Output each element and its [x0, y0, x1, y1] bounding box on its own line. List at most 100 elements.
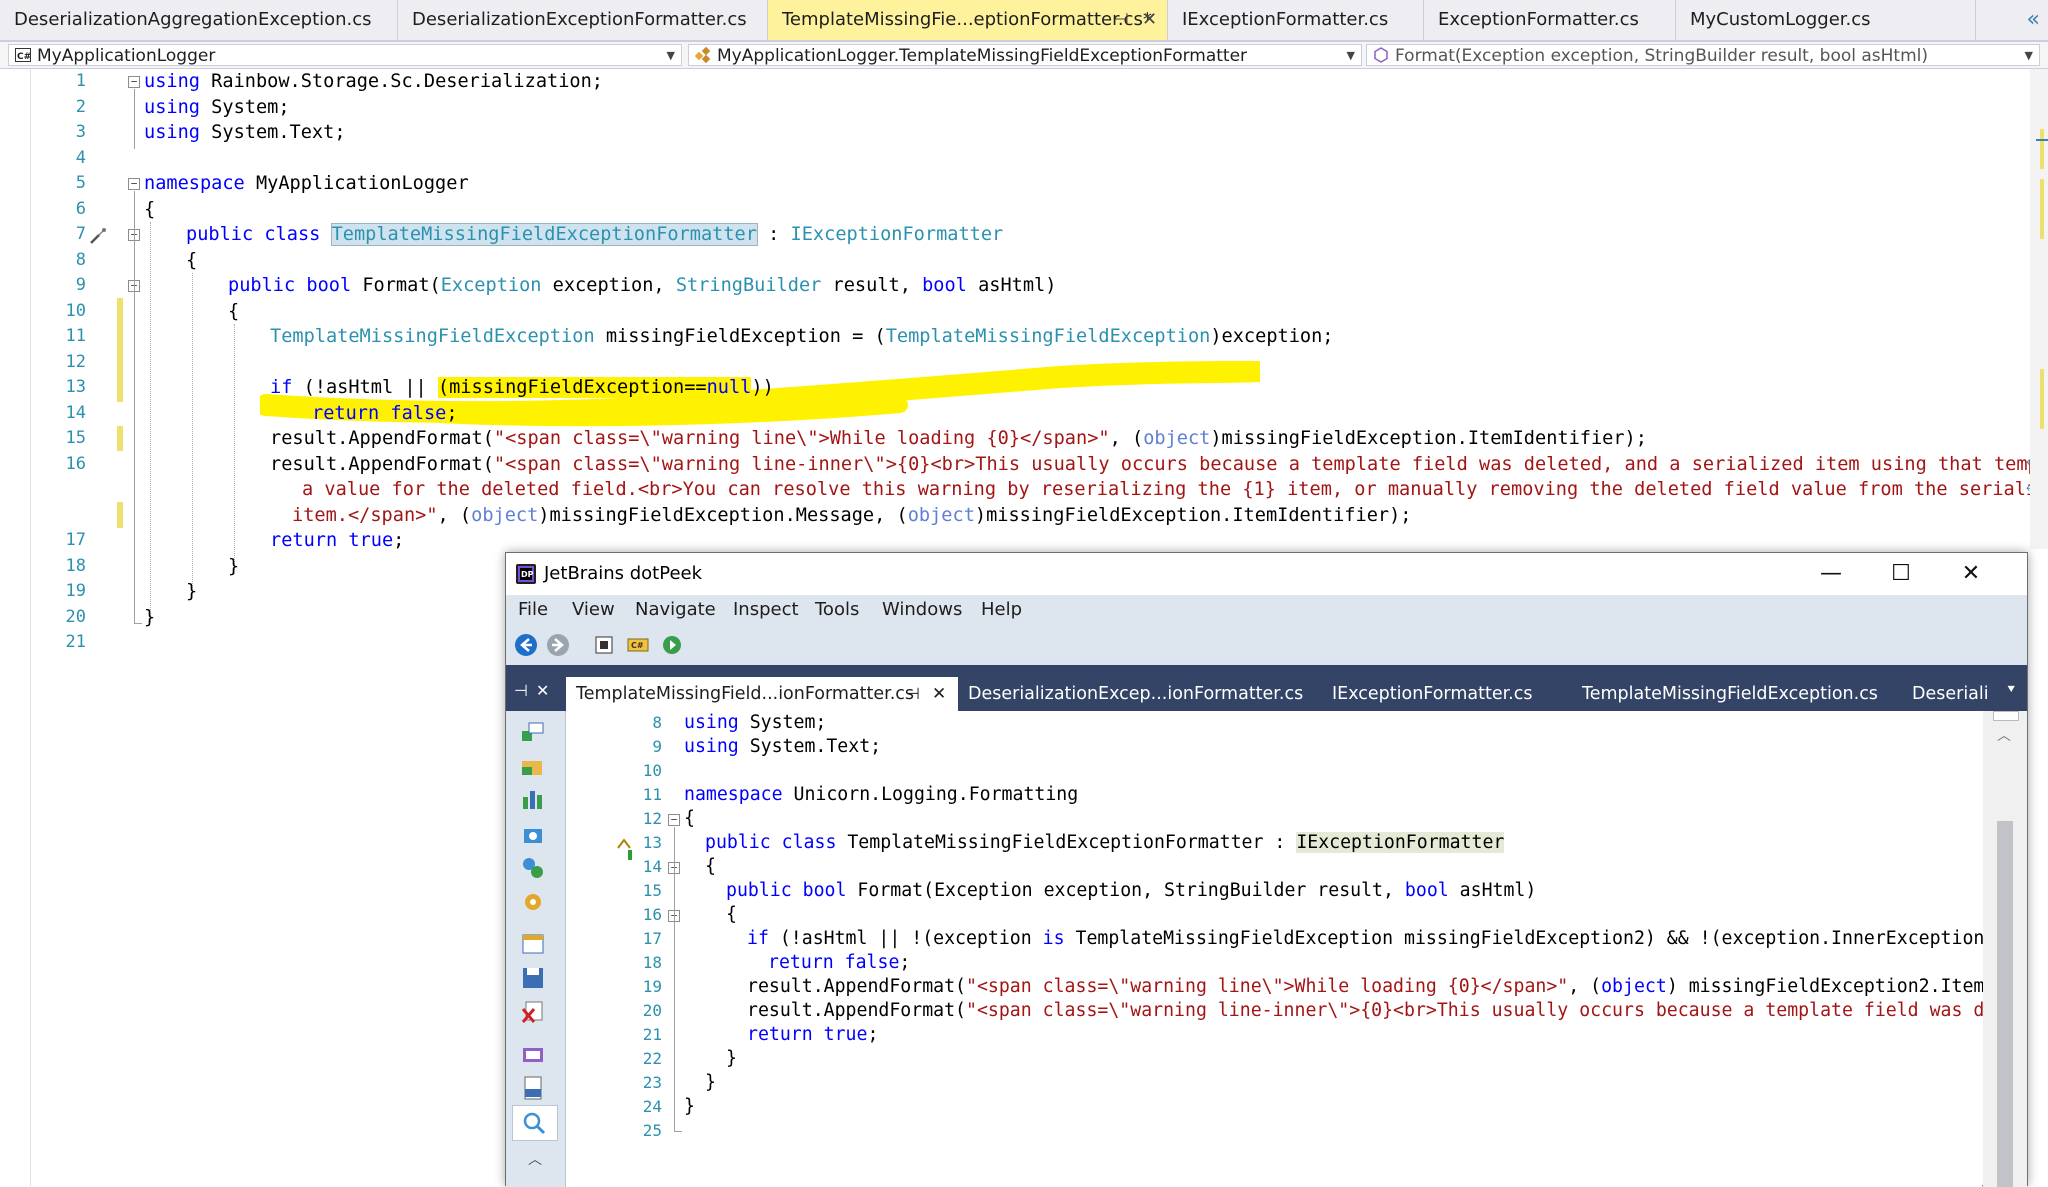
indent-guide — [150, 222, 151, 622]
close-icon[interactable]: ✕ — [1142, 0, 1157, 40]
menu-view[interactable]: View — [572, 595, 615, 625]
collapse-icon[interactable]: − — [668, 814, 680, 826]
assembly-icon[interactable] — [592, 633, 616, 657]
keyword: bool — [922, 275, 967, 296]
indent-guide — [234, 324, 235, 574]
close-icon[interactable]: ✕ — [536, 681, 549, 700]
code-text: Unicorn.Logging.Formatting — [782, 784, 1079, 805]
tab-overflow-icon[interactable]: « — [2027, 0, 2040, 40]
fold-line — [134, 191, 135, 623]
back-icon[interactable] — [514, 633, 538, 657]
code-line: } — [726, 1048, 737, 1069]
menu-inspect[interactable]: Inspect — [733, 595, 799, 625]
splitter-handle[interactable] — [1993, 711, 2019, 721]
scroll-thumb[interactable] — [1997, 821, 2013, 1187]
chevron-up-icon[interactable]: ︿ — [528, 1149, 542, 1169]
class-name-selected[interactable]: TemplateMissingFieldExceptionFormatter — [330, 223, 758, 246]
code-text: : — [756, 224, 791, 245]
tab-iexception-formatter[interactable]: IExceptionFormatter.cs — [1168, 0, 1424, 40]
save-icon[interactable] — [520, 965, 546, 991]
folder-icon[interactable] — [520, 753, 546, 779]
code-line: public class TemplateMissingFieldExcepti… — [705, 831, 1505, 855]
code-text: result.AppendFormat( — [270, 453, 494, 475]
line-number: 5 — [75, 173, 86, 193]
tab-my-custom-logger[interactable]: MyCustomLogger.cs — [1676, 0, 1976, 40]
vs-code-area[interactable]: 1 2 3 4 5 6 7 8 9 10 11 12 13 14 15 16 1… — [0, 69, 2048, 652]
quick-action-icon[interactable] — [88, 226, 108, 246]
menu-windows[interactable]: Windows — [882, 595, 962, 625]
member-dropdown[interactable]: Format(Exception exception, StringBuilde… — [1366, 44, 2040, 66]
tab-template-missing-field-exception[interactable]: TemplateMissingFieldException.cs — [1572, 677, 1902, 711]
menu-file[interactable]: File — [518, 595, 548, 625]
type-dropdown[interactable]: MyApplicationLogger.TemplateMissingField… — [688, 44, 1362, 66]
tab-label: IExceptionFormatter.cs — [1332, 684, 1533, 704]
svg-text:DP: DP — [521, 570, 534, 579]
csharp-source-icon[interactable]: C# — [626, 633, 650, 657]
dotpeek-window[interactable]: DP JetBrains dotPeek — ☐ ✕ File View Nav… — [505, 552, 2028, 1187]
code-line: return true; — [747, 1023, 878, 1047]
close-button[interactable]: ✕ — [1936, 553, 2006, 595]
code-text: System.Text; — [199, 122, 346, 143]
keyword: using — [144, 96, 200, 118]
assembly-explorer-icon[interactable] — [520, 719, 546, 745]
menu-bar: File View Navigate Inspect Tools Windows… — [506, 595, 2027, 625]
code-line: return false; — [768, 951, 910, 975]
tab-deserialization-exception-formatter[interactable]: DeserializationExceptionFormatter.cs — [398, 0, 768, 40]
find-usages-tab[interactable] — [512, 1105, 558, 1141]
code-text: )missingFieldException.Message, ( — [538, 504, 908, 526]
hierarchy-icon[interactable] — [520, 787, 546, 813]
pdb-icon[interactable] — [520, 1075, 546, 1101]
decompile-icon[interactable] — [660, 633, 684, 657]
chevron-up-icon[interactable]: ︿ — [1997, 725, 2011, 745]
pin-icon[interactable]: ⊣ — [514, 681, 528, 700]
il-viewer-icon[interactable] — [520, 1041, 546, 1067]
caret-word[interactable]: IExceptionFormatter — [1296, 832, 1505, 853]
keyword: using — [144, 122, 200, 143]
menu-help[interactable]: Help — [981, 595, 1022, 625]
tab-template-missing-field-exception-formatter[interactable]: TemplateMissingFie...eptionFormatter.cs*… — [768, 0, 1168, 40]
vertical-scrollbar[interactable]: ︿ — [1983, 711, 2027, 1187]
tab-exception-formatter[interactable]: ExceptionFormatter.cs — [1424, 0, 1676, 40]
keyword: object — [1143, 428, 1211, 449]
close-icon[interactable]: ✕ — [932, 677, 946, 711]
process-explorer-icon[interactable] — [520, 931, 546, 957]
document-tab-bar: DeserializationAggregationException.cs D… — [0, 0, 2048, 42]
maximize-button[interactable]: ☐ — [1866, 553, 1936, 595]
tab-iexception-formatter[interactable]: IExceptionFormatter.cs — [1322, 677, 1572, 711]
collapse-icon[interactable]: − — [128, 76, 140, 88]
line-number: 25 — [642, 1121, 662, 1140]
pin-icon[interactable]: ⊣ — [1114, 0, 1129, 40]
forward-icon[interactable] — [546, 633, 570, 657]
menu-tools[interactable]: Tools — [815, 595, 859, 625]
type-name: IExceptionFormatter — [790, 224, 1004, 245]
title-bar[interactable]: DP JetBrains dotPeek — ☐ ✕ — [506, 553, 2027, 595]
symbols-icon[interactable] — [520, 855, 546, 881]
collapse-icon[interactable]: − — [128, 178, 140, 190]
code-text: asHtml) — [1448, 880, 1537, 901]
code-line: a value for the deleted field.<br>You ca… — [302, 477, 2048, 502]
tab-deserialization-exception-formatter[interactable]: DeserializationExcep...ionFormatter.cs — [958, 677, 1322, 711]
tab-template-missing-field-exception-formatter[interactable]: TemplateMissingField...ionFormatter.cs ⊣… — [566, 677, 958, 711]
tab-deserialization-aggregation-exception[interactable]: DeserializationAggregationException.cs — [0, 0, 398, 40]
code-line: { — [726, 904, 737, 925]
minimize-button[interactable]: — — [1796, 553, 1866, 595]
code-line: } — [186, 581, 198, 602]
menu-navigate[interactable]: Navigate — [635, 595, 716, 625]
remove-icon[interactable] — [520, 999, 546, 1025]
settings-gear-icon[interactable] — [520, 889, 546, 915]
decompiled-code-view[interactable]: 8 9 10 11 12 13 14 15 16 17 18 19 20 21 … — [566, 711, 2028, 1187]
code-line: return false; — [312, 401, 458, 426]
tab-list-dropdown-icon[interactable]: ⯆ — [2006, 683, 2016, 698]
project-dropdown[interactable]: C# MyApplicationLogger ▼ — [8, 44, 682, 66]
code-line: result.AppendFormat("<span class=\"warni… — [270, 426, 1647, 451]
code-text: )missingFieldException.ItemIdentifier); — [1210, 428, 1647, 449]
line-number: 9 — [652, 737, 662, 756]
line-number: 17 — [65, 530, 86, 550]
string-literal: a value for the deleted field.<br>You ca… — [302, 479, 2048, 500]
code-line: TemplateMissingFieldException missingFie… — [270, 324, 1333, 349]
pin-icon[interactable]: ⊣ — [906, 677, 920, 711]
tab-deserialization-truncated[interactable]: Deseriali — [1902, 677, 2002, 711]
vertical-scrollbar[interactable] — [2030, 69, 2048, 549]
search-icon — [523, 1112, 546, 1135]
type-dependencies-icon[interactable] — [520, 821, 546, 847]
